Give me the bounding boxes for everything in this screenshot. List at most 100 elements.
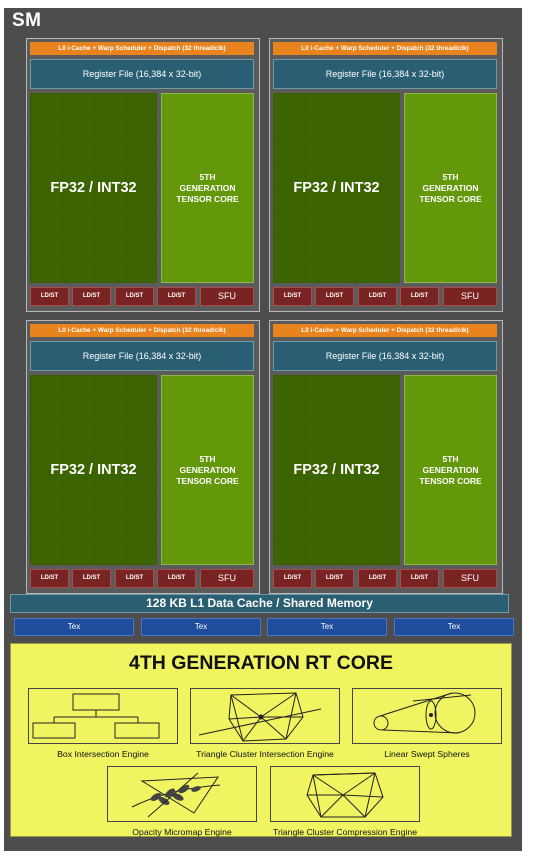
triangle-mesh-ray-icon bbox=[198, 692, 322, 742]
fp32-int32-core bbox=[31, 517, 62, 541]
fp32-int32-core bbox=[368, 235, 399, 259]
processing-block: L0 i-Cache + Warp Scheduler + Dispatch (… bbox=[269, 38, 503, 312]
fp32-int32-core bbox=[94, 517, 125, 541]
fp32-int32-grid bbox=[30, 93, 157, 283]
fp32-int32-core bbox=[31, 541, 62, 564]
fp32-int32-core bbox=[274, 164, 305, 188]
fp32-int32-core bbox=[337, 164, 368, 188]
linear-swept-spheres-engine bbox=[352, 688, 502, 744]
fp32-int32-core bbox=[125, 494, 156, 517]
tex-unit: Tex bbox=[394, 618, 514, 636]
fp32-int32-core bbox=[337, 399, 368, 423]
fp32-int32-core bbox=[62, 517, 93, 541]
fp32-int32-core bbox=[337, 94, 368, 117]
processing-block: L0 i-Cache + Warp Scheduler + Dispatch (… bbox=[269, 320, 503, 594]
ldst-unit: LD/ST bbox=[315, 569, 354, 588]
fp32-int32-core bbox=[94, 164, 125, 188]
fp32-int32-core bbox=[368, 164, 399, 188]
fp32-int32-core bbox=[274, 94, 305, 117]
fp32-int32-core bbox=[62, 470, 93, 494]
fp32-int32-core bbox=[94, 376, 125, 399]
fp32-int32-core bbox=[94, 212, 125, 235]
fp32-int32-core bbox=[368, 188, 399, 212]
fp32-int32-core bbox=[305, 446, 336, 470]
fp32-int32-core bbox=[368, 94, 399, 117]
fp32-int32-core bbox=[305, 259, 336, 282]
ldst-unit: LD/ST bbox=[30, 569, 69, 588]
tensor-core: 5TH GENERATION TENSOR CORE bbox=[161, 375, 254, 565]
fp32-int32-core bbox=[62, 259, 93, 282]
fp32-int32-core bbox=[305, 235, 336, 259]
ldst-unit: LD/ST bbox=[157, 287, 196, 306]
ldst-unit: LD/ST bbox=[115, 287, 154, 306]
fp32-int32-core bbox=[125, 94, 156, 117]
box-intersection-engine bbox=[28, 688, 178, 744]
engine-label: Opacity Micromap Engine bbox=[132, 827, 232, 837]
fp32-int32-core bbox=[337, 446, 368, 470]
fp32-int32-core bbox=[274, 235, 305, 259]
fp32-int32-core bbox=[305, 141, 336, 164]
fp32-int32-core bbox=[337, 423, 368, 446]
fp32-int32-core bbox=[125, 541, 156, 564]
l1-data-cache: 128 KB L1 Data Cache / Shared Memory bbox=[10, 594, 509, 613]
engine-label: Linear Swept Spheres bbox=[384, 749, 470, 759]
fp32-int32-core bbox=[368, 423, 399, 446]
sfu-unit: SFU bbox=[200, 569, 254, 588]
fp32-int32-core bbox=[31, 212, 62, 235]
fp32-int32-core bbox=[62, 235, 93, 259]
ldst-unit: LD/ST bbox=[273, 287, 312, 306]
rt-core: 4TH GENERATION RT CORE Box Intersection … bbox=[10, 643, 512, 837]
warp-scheduler-dispatch: L0 i-Cache + Warp Scheduler + Dispatch (… bbox=[273, 42, 497, 55]
fp32-int32-core bbox=[31, 259, 62, 282]
register-file: Register File (16,384 x 32-bit) bbox=[273, 59, 497, 89]
fp32-int32-core bbox=[125, 188, 156, 212]
fp32-int32-core bbox=[337, 494, 368, 517]
fp32-int32-core bbox=[274, 517, 305, 541]
fp32-int32-core bbox=[305, 517, 336, 541]
tex-unit: Tex bbox=[267, 618, 387, 636]
fp32-int32-core bbox=[337, 470, 368, 494]
fp32-int32-core bbox=[305, 376, 336, 399]
tex-unit: Tex bbox=[141, 618, 261, 636]
fp32-int32-core bbox=[368, 494, 399, 517]
opacity-micromap-engine bbox=[107, 766, 257, 822]
ldst-unit: LD/ST bbox=[358, 569, 397, 588]
fp32-int32-core bbox=[94, 94, 125, 117]
load-store-row: LD/ST LD/ST LD/ST LD/ST SFU bbox=[273, 287, 497, 306]
fp32-int32-core bbox=[274, 376, 305, 399]
ldst-unit: LD/ST bbox=[358, 287, 397, 306]
rt-core-title: 4TH GENERATION RT CORE bbox=[129, 652, 393, 674]
load-store-row: LD/ST LD/ST LD/ST LD/ST SFU bbox=[273, 569, 497, 588]
fp32-int32-core bbox=[305, 188, 336, 212]
fp32-int32-core bbox=[274, 541, 305, 564]
fp32-int32-core bbox=[31, 423, 62, 446]
load-store-row: LD/ST LD/ST LD/ST LD/ST SFU bbox=[30, 287, 254, 306]
fp32-int32-core bbox=[368, 446, 399, 470]
fp32-int32-core bbox=[305, 164, 336, 188]
fp32-int32-core bbox=[62, 446, 93, 470]
fp32-int32-core bbox=[305, 399, 336, 423]
fp32-int32-core bbox=[125, 141, 156, 164]
register-file: Register File (16,384 x 32-bit) bbox=[273, 341, 497, 371]
fp32-int32-core bbox=[368, 117, 399, 141]
fp32-int32-core bbox=[31, 470, 62, 494]
ldst-unit: LD/ST bbox=[115, 569, 154, 588]
fp32-int32-core bbox=[94, 117, 125, 141]
fp32-int32-grid bbox=[273, 93, 400, 283]
fp32-int32-core bbox=[368, 399, 399, 423]
fp32-int32-core bbox=[94, 141, 125, 164]
fp32-int32-core bbox=[125, 517, 156, 541]
tex-unit: Tex bbox=[14, 618, 134, 636]
fp32-int32-core bbox=[305, 117, 336, 141]
fp32-int32-core bbox=[337, 517, 368, 541]
fp32-int32-core bbox=[125, 117, 156, 141]
ldst-unit: LD/ST bbox=[315, 287, 354, 306]
fp32-int32-core bbox=[368, 517, 399, 541]
fp32-int32-core bbox=[125, 259, 156, 282]
processing-block: L0 i-Cache + Warp Scheduler + Dispatch (… bbox=[26, 320, 260, 594]
fp32-int32-core bbox=[274, 259, 305, 282]
fp32-int32-core bbox=[94, 259, 125, 282]
fp32-int32-core bbox=[305, 494, 336, 517]
fp32-int32-core bbox=[62, 399, 93, 423]
fp32-int32-core bbox=[125, 376, 156, 399]
